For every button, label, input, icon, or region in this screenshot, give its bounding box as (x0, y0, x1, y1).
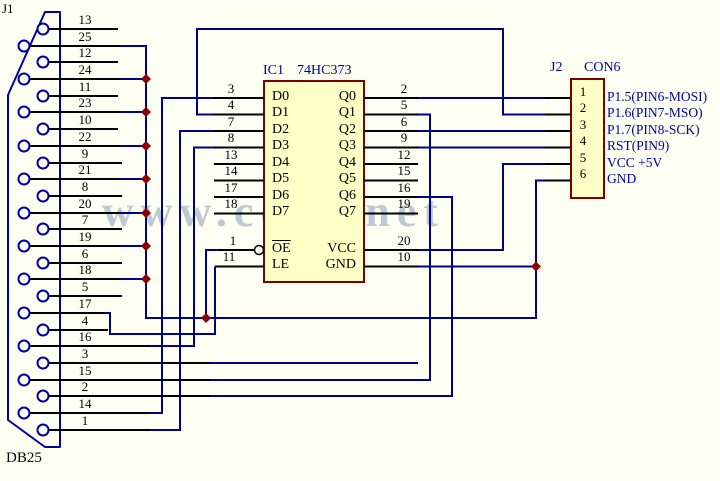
db25-pin-number: 15 (74, 364, 96, 377)
j2-pin-number: 5 (576, 151, 590, 164)
db25-pin-circles-left (19, 41, 30, 419)
db25-pin-number: 20 (74, 197, 96, 210)
schematic-canvas: www.code.net (0, 0, 720, 481)
j2-signal-label-rst: RST(PIN9) (607, 139, 669, 153)
db25-pin-number: 16 (74, 330, 96, 343)
db25-pin-number: 5 (74, 280, 96, 293)
wire-pin1-d2 (150, 131, 214, 430)
wire-vcc-j2pin5 (418, 164, 545, 250)
j2-signal-label-vcc: VCC +5V (607, 156, 662, 170)
db25-pin-number: 18 (74, 263, 96, 276)
ic-pin-number: 19 (392, 197, 416, 210)
db25-pin-number: 3 (74, 347, 96, 360)
ic-pin-label-q1: Q1 (330, 106, 356, 120)
db25-pin-number: 11 (74, 80, 96, 93)
ic-pin-label-d7: D7 (272, 205, 289, 219)
ic-pin-label-le: LE (272, 258, 289, 272)
wire-d1-j2pin2 (197, 29, 545, 115)
ic-pin-number: 3 (220, 82, 242, 95)
ic-pin-number: 4 (220, 98, 242, 111)
db25-pin-number: 22 (74, 130, 96, 143)
ic-pin-label-gnd: GND (318, 258, 356, 272)
j2-pin-stubs (545, 98, 571, 181)
db25-pin-number: 1 (74, 414, 96, 427)
j2-pin-number: 2 (576, 101, 590, 114)
db25-pin-number: 4 (74, 314, 96, 327)
j2-pin-number: 6 (576, 167, 590, 180)
ic-pin-number: 2 (392, 82, 416, 95)
db25-pin-number: 7 (74, 213, 96, 226)
wire-pin17-le (104, 267, 215, 335)
j2-ref-label: J2 (550, 61, 562, 75)
ic-pin-label-q7: Q7 (330, 205, 356, 219)
ic-pin-label-d2: D2 (272, 123, 289, 137)
oe-inversion-bubble-icon (255, 246, 264, 255)
ic-pin-label-d6: D6 (272, 189, 289, 203)
db25-pin-number: 25 (74, 30, 96, 43)
ic-pin-label-oe: OE (272, 242, 291, 256)
ic-pin-number: 11 (218, 250, 240, 263)
db25-pin-number: 23 (74, 96, 96, 109)
db25-pin-number: 19 (74, 230, 96, 243)
ic-pin-label-q0: Q0 (330, 90, 356, 104)
ic-pin-number: 6 (392, 115, 416, 128)
ic-pin-number: 5 (392, 98, 416, 111)
ic-pin-number: 15 (392, 164, 416, 177)
j1-ref-label: J1 (2, 2, 14, 15)
ic-pin-label-q5: Q5 (330, 172, 356, 186)
ic-pin-number: 20 (392, 234, 416, 247)
ic-pin-label-d0: D0 (272, 90, 289, 104)
db25-pin-number: 2 (74, 380, 96, 393)
ic-pin-number: 14 (220, 164, 242, 177)
db25-pin-number: 6 (74, 247, 96, 260)
db25-name-label: DB25 (6, 451, 42, 466)
db25-pin-number: 14 (74, 397, 96, 410)
j2-signal-label-mosi: P1.5(PIN6-MOSI) (607, 90, 707, 104)
ic-pin-number: 17 (220, 181, 242, 194)
ic-pin-number: 13 (220, 148, 242, 161)
db25-pin-number: 24 (74, 63, 96, 76)
db25-pin-number: 9 (74, 147, 96, 160)
db25-pin-number: 10 (74, 113, 96, 126)
db25-pin-number: 8 (74, 180, 96, 193)
db25-pin-number: 21 (74, 163, 96, 176)
ic-pin-label-d4: D4 (272, 156, 289, 170)
ic-pin-number: 7 (220, 115, 242, 128)
ic-ref-label: IC1 (263, 64, 284, 78)
ic-pin-number: 8 (220, 131, 242, 144)
ic-pin-label-q2: Q2 (330, 123, 356, 137)
ic-pin-number: 18 (220, 197, 242, 210)
j2-part-label: CON6 (584, 61, 621, 75)
ic-pin-label-d3: D3 (272, 139, 289, 153)
j2-pin-number: 1 (576, 85, 590, 98)
ic-pin-number: 16 (392, 181, 416, 194)
ic-pin-label-q3: Q3 (330, 139, 356, 153)
ic-pin-number: 1 (222, 234, 244, 247)
j2-signal-label-sck: P1.7(PIN8-SCK) (607, 123, 700, 137)
ic-pin-label-vcc: VCC (318, 242, 356, 256)
wire-oe-gnd (206, 250, 218, 318)
db25-pin-stubs (30, 29, 210, 430)
j2-pin-number: 4 (576, 134, 590, 147)
j2-pin-number: 3 (576, 118, 590, 131)
ic-pin-label-d5: D5 (272, 172, 289, 186)
ic-pin-label-q6: Q6 (330, 189, 356, 203)
db25-pin-number: 12 (74, 46, 96, 59)
db25-pin-number: 17 (74, 297, 96, 310)
j2-signal-label-miso: P1.6(PIN7-MSO) (607, 106, 703, 120)
j2-signal-label-gnd: GND (607, 172, 636, 186)
ic-pin-number: 12 (392, 148, 416, 161)
db25-pin-circles-right (38, 24, 49, 436)
wire-pin14-d0 (150, 98, 214, 413)
ic-pin-label-q4: Q4 (330, 156, 356, 170)
ic-part-label: 74HC373 (297, 64, 351, 78)
ic-pin-number: 10 (392, 250, 416, 263)
db25-pin-number: 13 (74, 13, 96, 26)
ic-pin-label-d1: D1 (272, 106, 289, 120)
ic-pin-number: 9 (392, 131, 416, 144)
